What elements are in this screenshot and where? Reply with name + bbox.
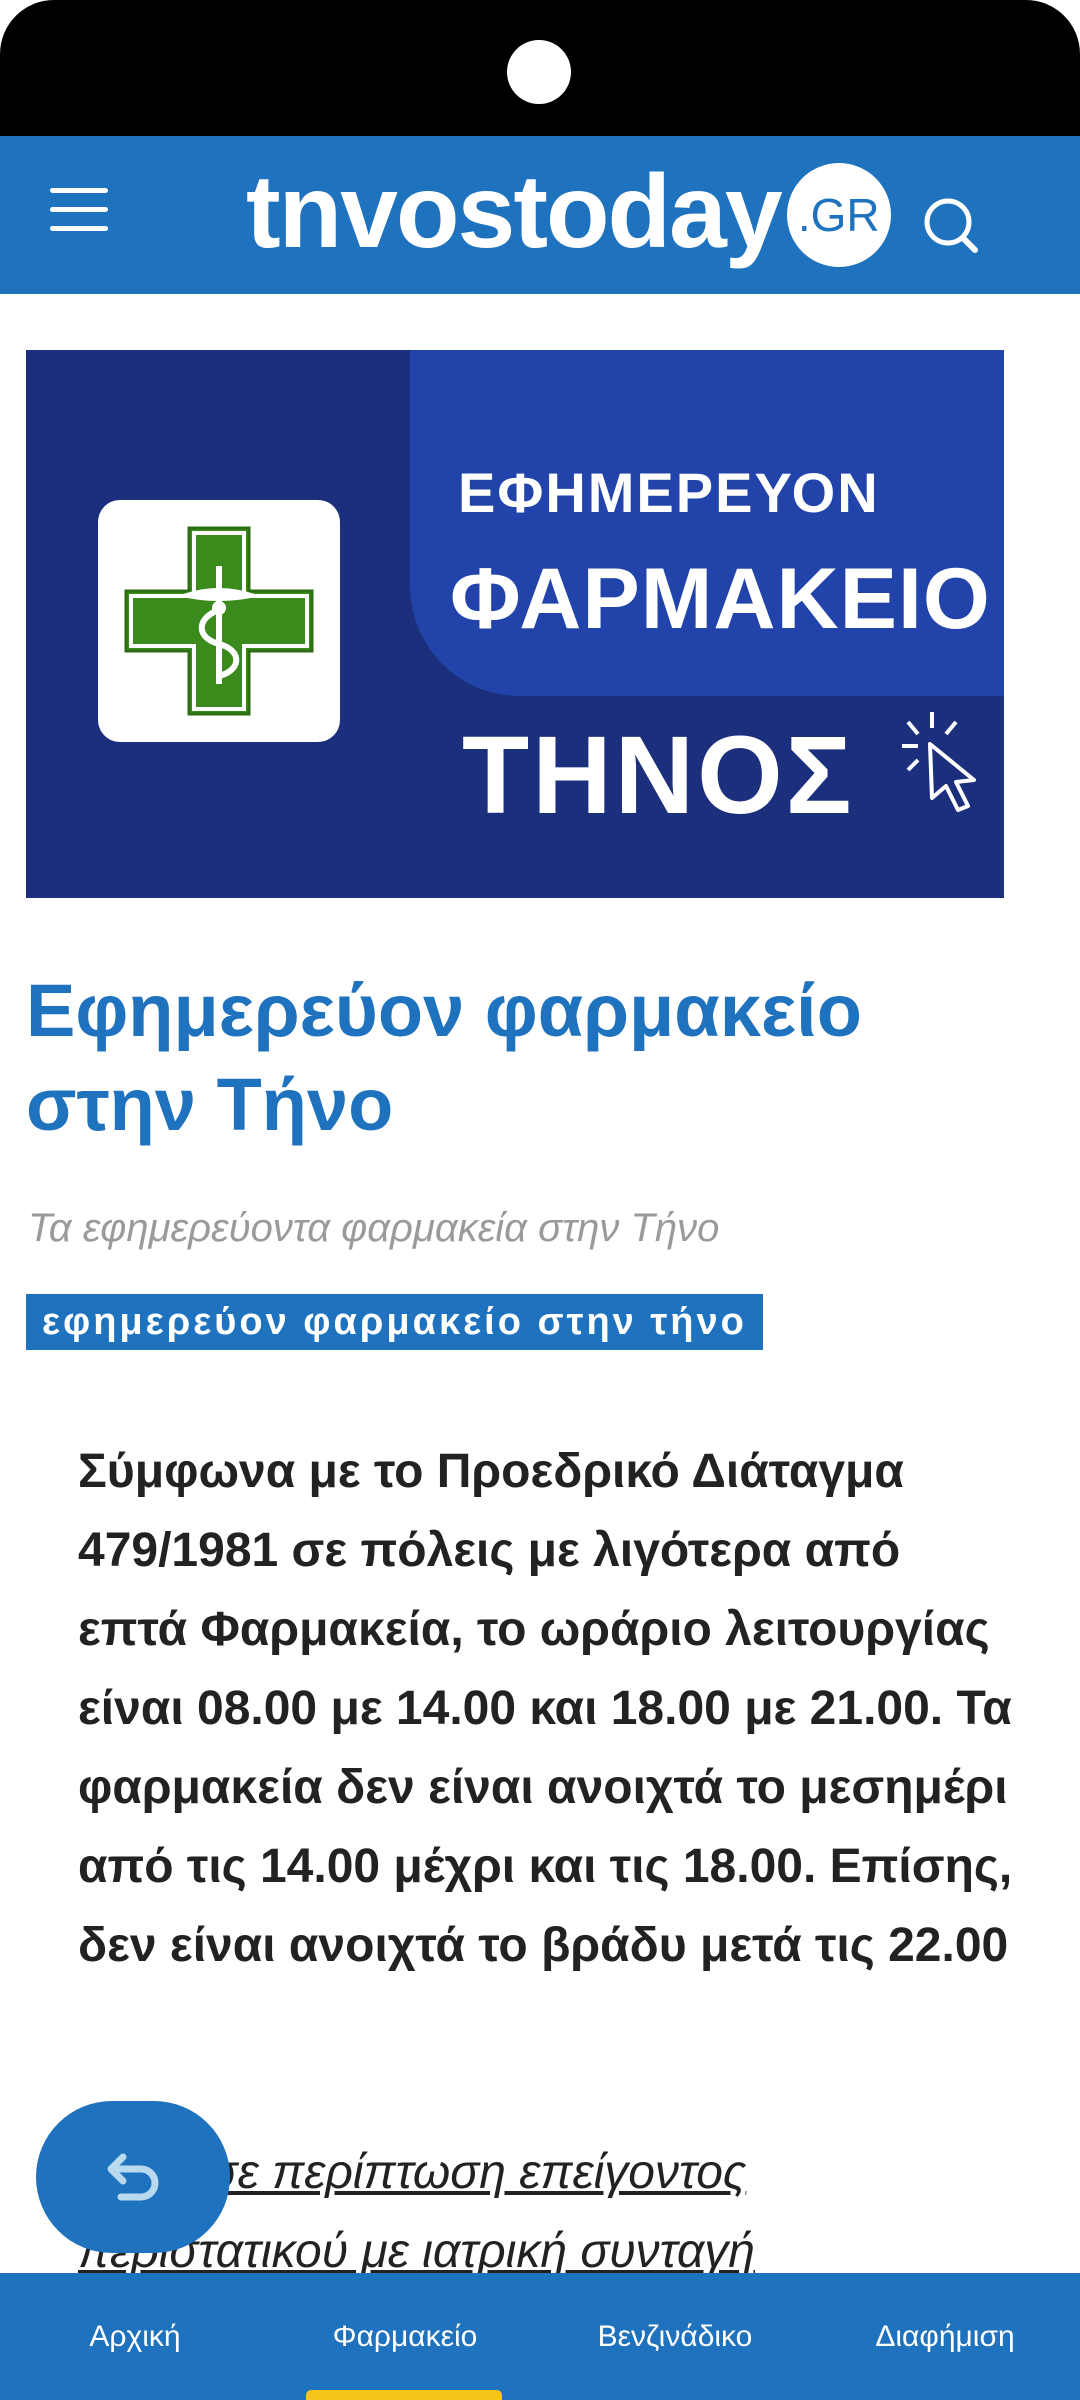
- article-subtitle: Τα εφημερεύοντα φαρμακεία στην Τήνο: [28, 1206, 720, 1250]
- front-camera: [507, 40, 571, 104]
- back-button[interactable]: [36, 2101, 230, 2253]
- logo-badge: .GR: [786, 163, 891, 267]
- back-arrow-icon: [107, 2153, 159, 2201]
- status-bar: [0, 0, 1080, 136]
- hamburger-menu-icon[interactable]: [50, 188, 120, 240]
- pharmacy-cross-icon: [98, 500, 340, 742]
- nav-item-advertising[interactable]: Διαφήμιση: [840, 2273, 1050, 2400]
- article-tag[interactable]: εφημερεύον φαρμακείο στην τήνο: [26, 1294, 763, 1350]
- nav-item-gas-station[interactable]: Βενζινάδικο: [570, 2273, 780, 2400]
- hero-image: ΕΦΗΜΕΡΕΥΟΝ ΦΑΡΜΑΚΕΙΟ ΤΗΝΟΣ: [26, 350, 1004, 898]
- hero-line-1: ΕΦΗΜΕΡΕΥΟΝ: [458, 461, 880, 524]
- article-body: Σύμφωνα με το Προεδρικό Διάταγμα 479/198…: [78, 1445, 1013, 1972]
- nav-item-pharmacy[interactable]: Φαρμακείο: [300, 2273, 510, 2400]
- site-logo[interactable]: tnvostoday .GR: [246, 142, 891, 282]
- hero-line-3: ΤΗΝΟΣ: [462, 714, 855, 837]
- site-header: tnvostoday .GR: [0, 136, 1080, 294]
- search-icon[interactable]: [918, 188, 988, 258]
- click-cursor-icon: [902, 710, 986, 820]
- nav-item-home[interactable]: Αρχική: [30, 2273, 240, 2400]
- logo-text: tnvostoday: [246, 154, 783, 270]
- article-title: Εφημερεύον φαρμακείο στην Τήνο: [26, 969, 862, 1146]
- hero-line-2: ΦΑΡΜΑΚΕΙΟ: [450, 551, 991, 647]
- bottom-nav: Αρχική Φαρμακείο Βενζινάδικο Διαφήμιση: [0, 2273, 1080, 2400]
- active-tab-indicator: [306, 2390, 502, 2400]
